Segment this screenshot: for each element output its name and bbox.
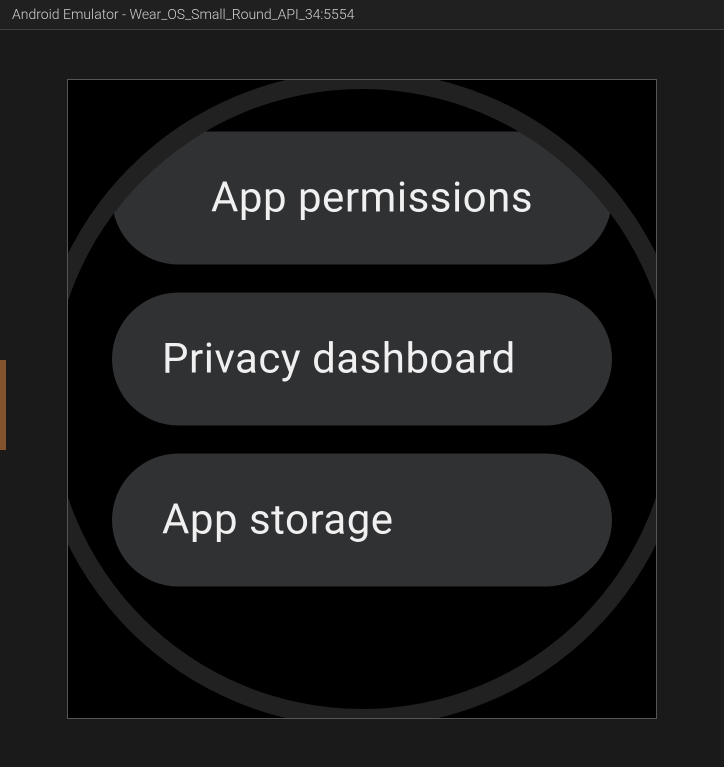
menu-item-label: App permissions bbox=[211, 173, 533, 222]
menu-item-privacy-dashboard[interactable]: Privacy dashboard bbox=[112, 292, 612, 425]
window-title: Android Emulator - Wear_OS_Small_Round_A… bbox=[12, 7, 354, 23]
settings-list[interactable]: App permissions Privacy dashboard App st… bbox=[102, 211, 622, 586]
menu-item-label: Privacy dashboard bbox=[162, 334, 516, 383]
accent-indicator bbox=[0, 360, 6, 450]
menu-item-app-permissions[interactable]: App permissions bbox=[112, 131, 612, 264]
menu-item-label: App storage bbox=[162, 495, 394, 544]
emulator-viewport: App permissions Privacy dashboard App st… bbox=[0, 30, 724, 767]
window-titlebar: Android Emulator - Wear_OS_Small_Round_A… bbox=[0, 0, 724, 30]
menu-item-app-storage[interactable]: App storage bbox=[112, 453, 612, 586]
watch-face[interactable]: App permissions Privacy dashboard App st… bbox=[67, 89, 657, 709]
device-frame: App permissions Privacy dashboard App st… bbox=[67, 79, 657, 719]
